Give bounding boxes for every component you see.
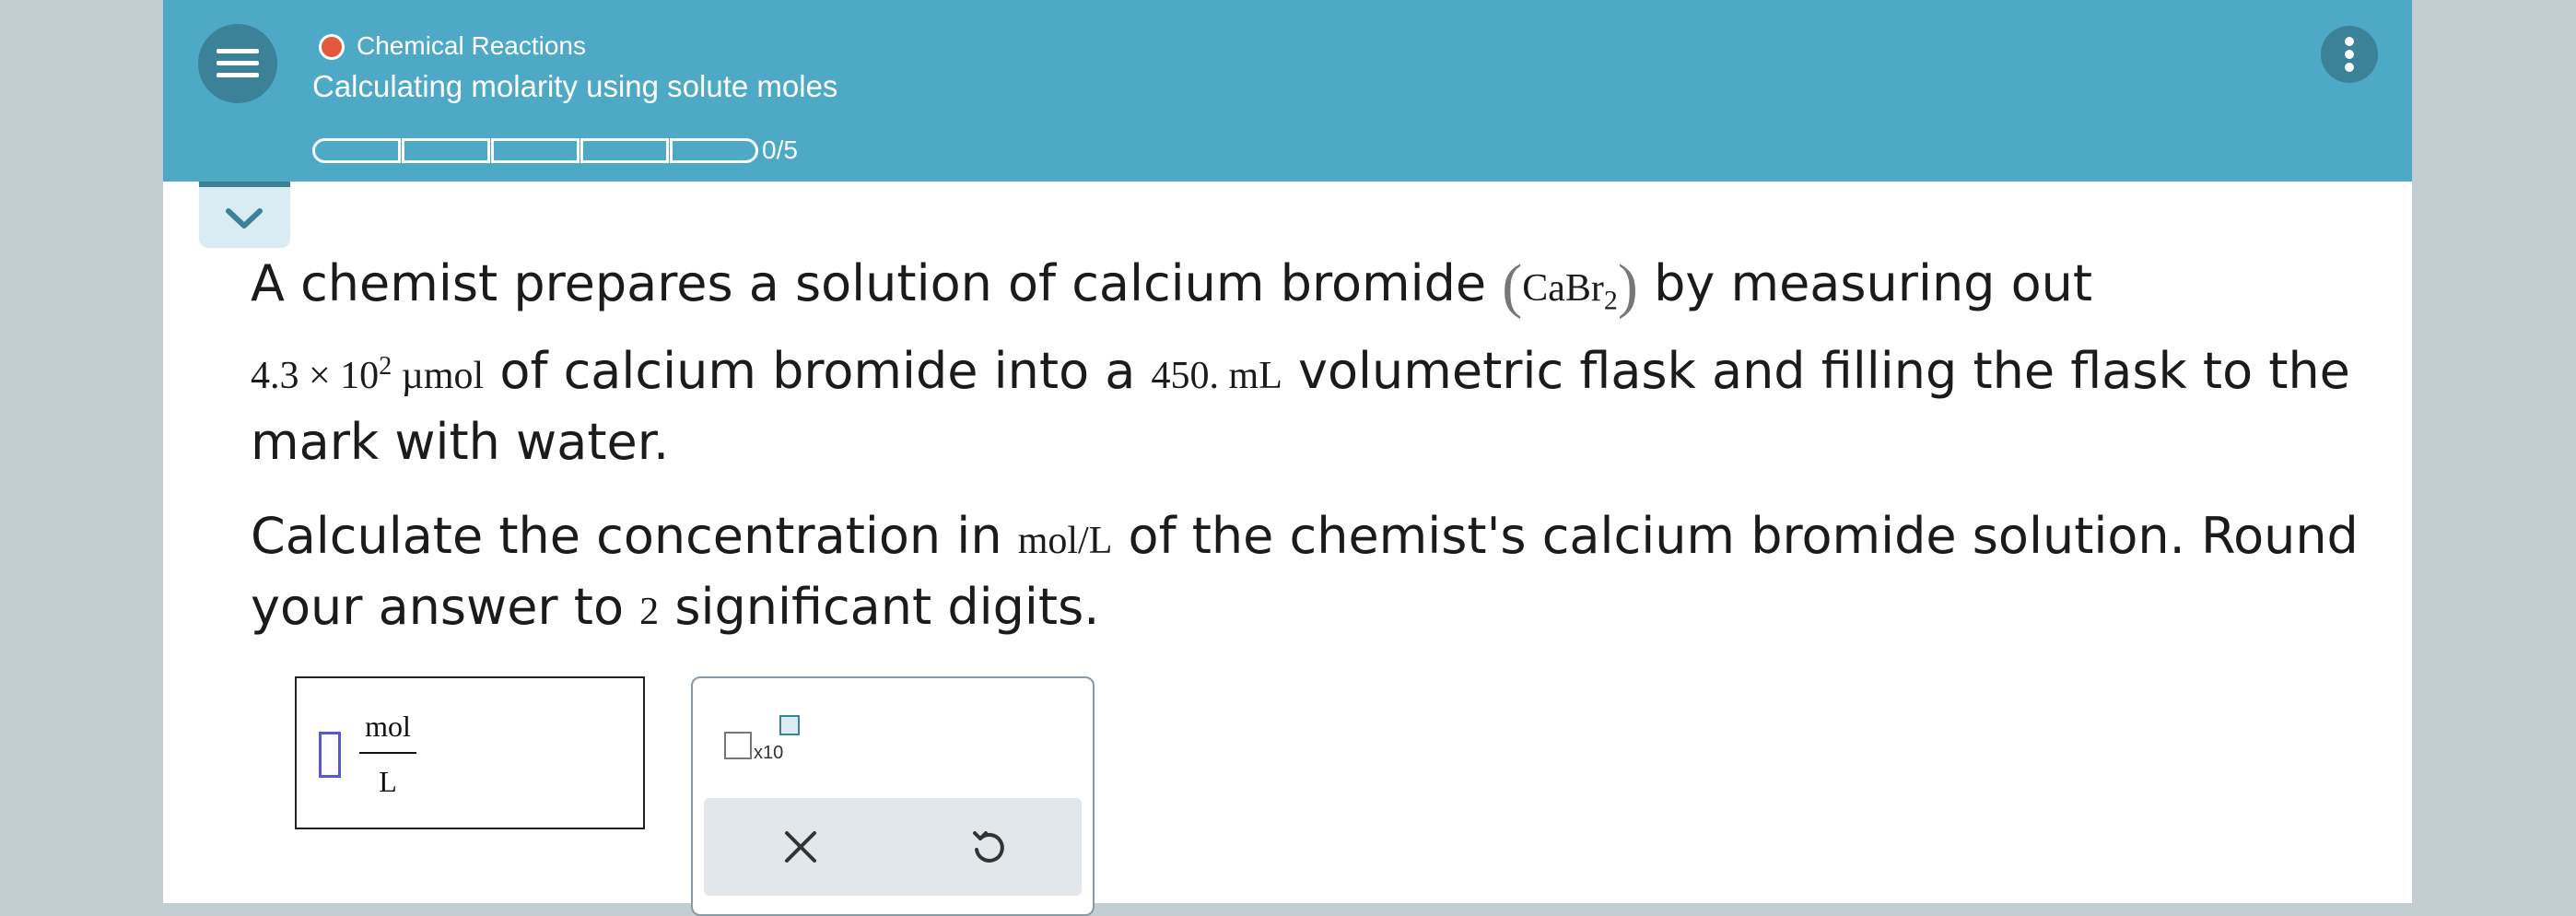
tools-action-bar — [704, 798, 1082, 896]
question-text-segment: Calculate the concentration in — [251, 507, 1018, 566]
progress-segment — [670, 138, 758, 163]
vertical-dots-icon[interactable] — [2321, 26, 2378, 83]
undo-button[interactable] — [967, 826, 1010, 868]
question-paragraph-2: Calculate the concentration in mol/L of … — [251, 503, 2370, 645]
flask-volume: 450. mL — [1151, 355, 1282, 398]
formula: CaBr2 — [1522, 267, 1618, 316]
progress-label: 0/5 — [762, 135, 798, 164]
question-paragraph-1: A chemist prepares a solution of calcium… — [251, 252, 2350, 472]
unit-denominator: L — [379, 765, 397, 798]
question-text-segment: significant digits. — [659, 578, 1100, 637]
base-box-icon — [724, 732, 752, 759]
undo-icon — [973, 831, 1004, 863]
progress-segment — [402, 138, 490, 163]
topic-label: Chemical Reactions — [357, 31, 586, 60]
progress-segment — [491, 138, 580, 163]
hamburger-menu-icon[interactable] — [198, 24, 277, 103]
progress-segment — [580, 138, 669, 163]
unit-numerator: mol — [365, 710, 411, 743]
question-text-segment: by measuring out — [1637, 254, 2093, 312]
content-frame: Chemical Reactions Calculating molarity … — [163, 0, 2412, 916]
x-icon — [785, 831, 816, 863]
question-text-segment: A chemist prepares a solution of calcium… — [251, 254, 1503, 312]
concentration-unit: mol/L — [1017, 520, 1113, 563]
sig-digits: 2 — [639, 591, 660, 634]
clear-button[interactable] — [779, 826, 822, 868]
solute-amount: 4.3 × 102 µmol — [251, 352, 485, 398]
topic-status-dot — [319, 34, 345, 60]
answer-input[interactable] — [319, 732, 341, 778]
question-text-segment: of calcium bromide into a — [484, 342, 1152, 401]
chevron-down-icon — [226, 208, 263, 229]
page-title: Calculating molarity using solute moles — [312, 69, 838, 103]
sci-label: x10 — [754, 743, 784, 763]
answer-box: mol L — [295, 676, 645, 829]
progress-segment — [312, 138, 401, 163]
exponent-box-icon — [779, 715, 800, 735]
question-text: A chemist prepares a solution of calcium… — [251, 251, 2370, 673]
collapse-tab[interactable] — [199, 182, 290, 248]
fraction-bar — [359, 752, 416, 754]
header-bar: Chemical Reactions Calculating molarity … — [163, 0, 2412, 182]
answer-tools-panel: x10 — [691, 676, 1095, 916]
progress-bar — [312, 138, 759, 163]
scientific-notation-button[interactable]: x10 — [724, 713, 807, 763]
